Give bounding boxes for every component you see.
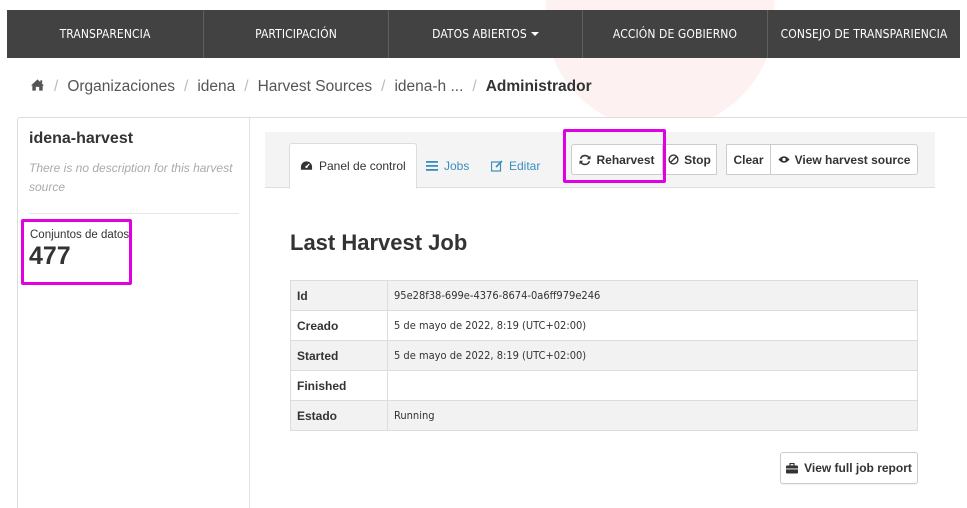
table-row: Id 95e28f38-699e-4376-8674-0a6ff979e246 — [290, 280, 918, 311]
tab-edit[interactable]: Editar — [491, 143, 540, 188]
job-created-value: 5 de mayo de 2022, 8:19 (UTC+02:00) — [387, 310, 918, 341]
list-icon — [426, 160, 438, 171]
nav-item-accion-de-gobierno[interactable]: ACCIÓN DE GOBIERNO — [583, 10, 768, 58]
table-row: Creado 5 de mayo de 2022, 8:19 (UTC+02:0… — [290, 310, 918, 341]
breadcrumb-current: Administrador — [485, 78, 592, 95]
breadcrumb-harvest-sources[interactable]: Harvest Sources — [258, 78, 373, 96]
job-id-label: Id — [290, 280, 388, 311]
job-id-value: 95e28f38-699e-4376-8674-0a6ff979e246 — [387, 280, 918, 311]
sidebar-divider — [29, 213, 239, 214]
breadcrumb-separator: / — [472, 78, 477, 95]
tachometer-icon — [300, 161, 313, 170]
edit-icon — [491, 159, 503, 172]
source-description: There is no description for this harvest… — [29, 161, 233, 194]
breadcrumb-separator: / — [54, 78, 59, 95]
nav-item-consejo-de-transparencia[interactable]: CONSEJO DE TRANSPARIENCIA — [768, 10, 960, 58]
job-started-label: Started — [290, 340, 388, 371]
caret-down-icon — [530, 32, 539, 36]
breadcrumb-organizaciones[interactable]: Organizaciones — [67, 78, 175, 96]
table-row: Estado Running — [290, 400, 918, 431]
source-name: idena-harvest — [29, 130, 134, 147]
table-row: Finished — [290, 370, 918, 401]
refresh-icon — [579, 154, 591, 165]
job-created-label: Creado — [290, 310, 388, 341]
briefcase-icon — [786, 462, 799, 473]
breadcrumb-separator: / — [244, 78, 249, 95]
last-harvest-job-title: Last Harvest Job — [290, 230, 468, 255]
reharvest-button[interactable]: Reharvest — [571, 144, 663, 175]
primary-content: Panel de control Jobs Editar Reharvest S… — [265, 129, 935, 508]
view-full-job-report-button[interactable]: View full job report — [780, 452, 918, 484]
dataset-count-value: 477 — [29, 242, 71, 270]
breadcrumb-home[interactable] — [30, 78, 45, 97]
sidebar: idena-harvest There is no description fo… — [18, 118, 250, 508]
breadcrumb-separator: / — [184, 78, 189, 95]
job-finished-value — [387, 370, 918, 401]
nav-item-participacion[interactable]: PARTICIPACIÓN — [204, 10, 389, 58]
nav-item-transparencia[interactable]: TRANSPARENCIA — [7, 10, 204, 58]
main-wrapper: idena-harvest There is no description fo… — [17, 117, 967, 508]
ban-icon — [668, 154, 679, 165]
tab-jobs[interactable]: Jobs — [426, 143, 469, 188]
tab-dashboard[interactable]: Panel de control — [289, 143, 417, 189]
top-navigation: TRANSPARENCIA PARTICIPACIÓN DATOS ABIERT… — [7, 10, 960, 58]
breadcrumb-separator: / — [381, 78, 386, 95]
dataset-count-label: Conjuntos de datos — [30, 229, 130, 241]
page-header: Panel de control Jobs Editar Reharvest S… — [265, 129, 935, 189]
table-row: Started 5 de mayo de 2022, 8:19 (UTC+02:… — [290, 340, 918, 371]
job-status-value: Running — [387, 400, 918, 431]
job-status-label: Estado — [290, 400, 388, 431]
breadcrumb-idena[interactable]: idena — [197, 78, 235, 96]
job-started-value: 5 de mayo de 2022, 8:19 (UTC+02:00) — [387, 340, 918, 371]
stop-button[interactable]: Stop — [662, 144, 717, 175]
breadcrumb: / Organizaciones / idena / Harvest Sourc… — [30, 76, 592, 98]
home-icon — [30, 78, 45, 91]
breadcrumb-harvest-source[interactable]: idena-h ... — [394, 78, 463, 96]
job-finished-label: Finished — [290, 370, 388, 401]
clear-button[interactable]: Clear — [726, 144, 771, 175]
nav-item-datos-abiertos[interactable]: DATOS ABIERTOS — [389, 10, 583, 58]
job-details-table: Id 95e28f38-699e-4376-8674-0a6ff979e246 … — [290, 280, 918, 431]
eye-icon — [778, 156, 790, 163]
view-harvest-source-button[interactable]: View harvest source — [770, 144, 918, 175]
